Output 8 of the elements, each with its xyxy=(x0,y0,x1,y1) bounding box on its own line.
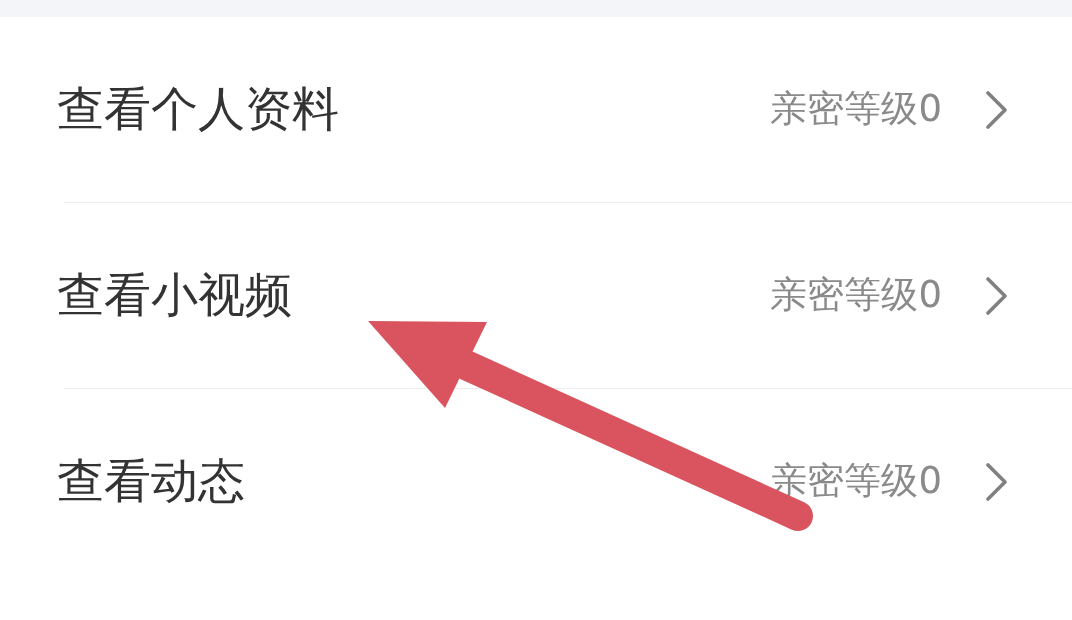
menu-item-label[interactable]: 查看个人资料 xyxy=(57,81,339,138)
menu-item-label[interactable]: 查看小视频 xyxy=(57,267,292,324)
chevron-right-icon[interactable] xyxy=(986,276,1008,315)
chevron-right-icon[interactable] xyxy=(986,462,1008,501)
chevron-right-icon[interactable] xyxy=(986,90,1008,129)
intimacy-level-text: 亲密等级0 xyxy=(770,87,942,132)
menu-item-label[interactable]: 查看动态 xyxy=(57,453,245,510)
intimacy-level-text: 亲密等级0 xyxy=(770,273,942,318)
